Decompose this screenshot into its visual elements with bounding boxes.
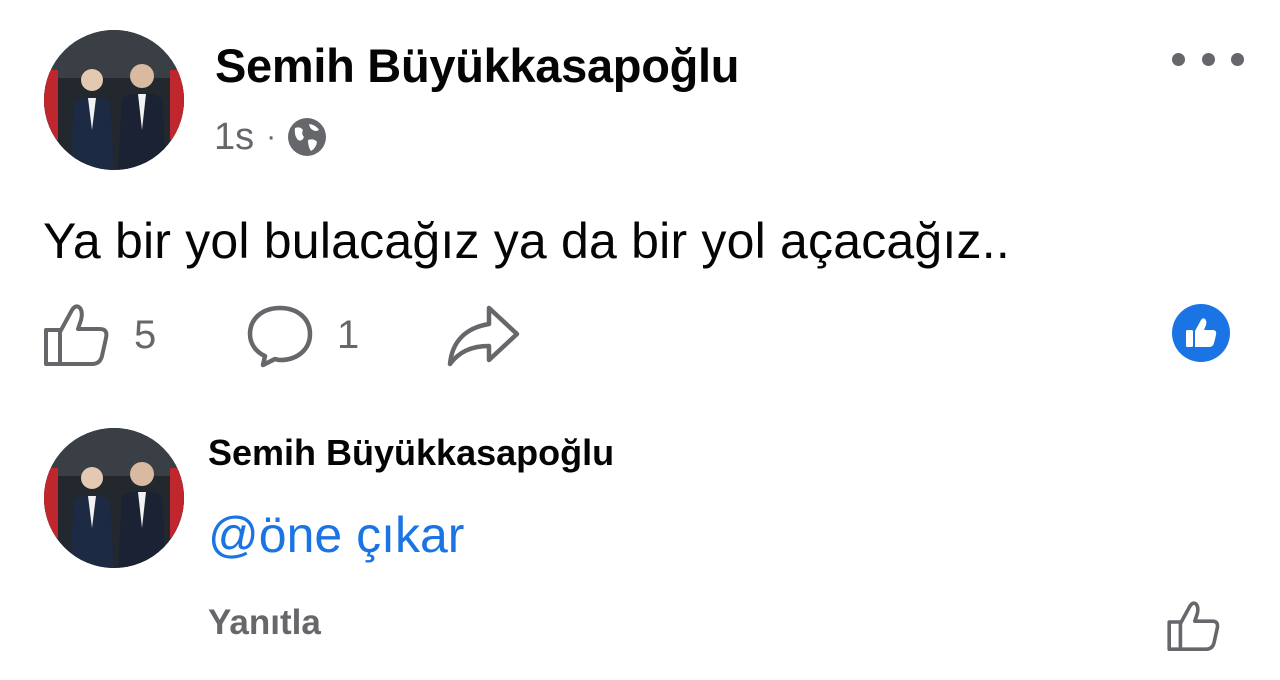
post-author-avatar[interactable] [44, 30, 184, 170]
globe-icon [288, 118, 327, 156]
more-options-button[interactable] [1172, 44, 1244, 74]
comment-author-name[interactable]: Semih Büyükkasapoğlu [208, 432, 614, 474]
reply-button[interactable]: Yanıtla [208, 603, 321, 643]
comment-count: 1 [337, 312, 360, 357]
post-author-name[interactable]: Semih Büyükkasapoğlu [215, 38, 740, 93]
like-count: 5 [134, 312, 157, 357]
meta-separator: · [266, 120, 277, 153]
comment-body-text[interactable]: @öne çıkar [208, 506, 464, 564]
post-meta: 1s · [214, 112, 328, 162]
speech-bubble-icon [247, 305, 313, 368]
like-button[interactable]: 5 [42, 302, 156, 368]
like-reaction-badge[interactable] [1172, 304, 1230, 362]
more-dot-icon [1201, 52, 1215, 66]
comment-button[interactable]: 1 [245, 302, 359, 368]
comment-like-button[interactable] [1166, 598, 1222, 659]
thumbs-up-icon [1167, 601, 1220, 651]
facebook-post-screenshot: Semih Büyükkasapoğlu 1s · Ya bir yol bul… [0, 0, 1280, 680]
more-dot-icon [1172, 52, 1185, 66]
share-button[interactable] [445, 302, 521, 368]
thumbs-up-icon [44, 304, 109, 366]
thumbs-up-icon [1186, 318, 1217, 347]
comment-author-avatar[interactable] [44, 428, 184, 568]
post-body-text: Ya bir yol bulacağız ya da bir yol açaca… [43, 213, 1010, 269]
more-dot-icon [1231, 52, 1244, 66]
share-arrow-icon [447, 305, 520, 367]
post-timestamp[interactable]: 1s [214, 116, 254, 159]
